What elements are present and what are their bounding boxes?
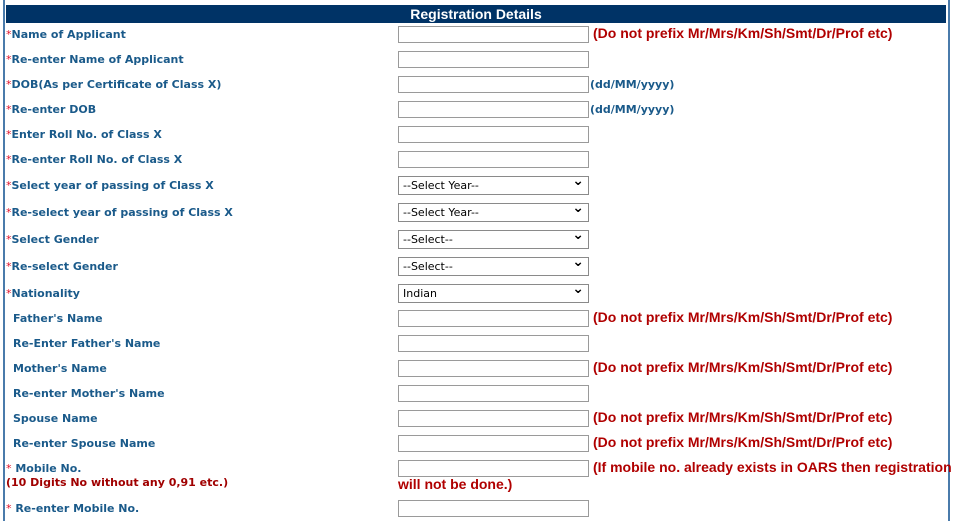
field-label: *Re-enter Name of Applicant <box>6 53 184 66</box>
chevron-down-icon: ⌄ <box>572 281 584 297</box>
text-input[interactable] <box>398 410 589 427</box>
field-label: *Re-select year of passing of Class X <box>6 206 233 219</box>
registration-details-header: Registration Details <box>6 5 946 23</box>
field-label-text: Re-enter DOB <box>11 103 97 116</box>
field-hint: (Do not prefix Mr/Mrs/Km/Sh/Smt/Dr/Prof … <box>593 309 893 325</box>
field-label: Father's Name <box>13 312 103 325</box>
field-label-text: Mother's Name <box>13 362 107 375</box>
select-dropdown[interactable]: --Select Year-- ⌄ <box>398 200 589 222</box>
select-dropdown[interactable]: Indian ⌄ <box>398 281 589 303</box>
select-value: Indian <box>403 287 437 300</box>
select-dropdown[interactable]: --Select-- ⌄ <box>398 254 589 276</box>
field-hint: (If mobile no. already exists in OARS th… <box>593 459 952 475</box>
field-label: *Re-select Gender <box>6 260 118 273</box>
field-label-text: Re-select Gender <box>11 260 118 273</box>
text-input[interactable] <box>398 435 589 452</box>
field-label: *Enter Roll No. of Class X <box>6 128 162 141</box>
field-hint: (Do not prefix Mr/Mrs/Km/Sh/Smt/Dr/Prof … <box>593 25 893 41</box>
field-label-text: Re-Enter Father's Name <box>13 337 161 350</box>
text-input[interactable] <box>398 26 589 43</box>
chevron-down-icon: ⌄ <box>572 254 584 270</box>
chevron-down-icon: ⌄ <box>572 227 584 243</box>
field-label: Mother's Name <box>13 362 107 375</box>
text-input[interactable] <box>398 51 589 68</box>
field-label: Spouse Name <box>13 412 98 425</box>
field-label-text: Select year of passing of Class X <box>11 179 214 192</box>
field-label-text: Re-enter Name of Applicant <box>11 53 184 66</box>
field-label: *Nationality <box>6 287 80 300</box>
field-label-text: Father's Name <box>13 312 103 325</box>
date-format-hint: (dd/MM/yyyy) <box>590 103 675 116</box>
select-dropdown[interactable]: --Select-- ⌄ <box>398 227 589 249</box>
select-value: --Select-- <box>403 233 453 246</box>
field-label-text: Spouse Name <box>13 412 98 425</box>
field-sublabel: (10 Digits No without any 0,91 etc.) <box>6 476 229 489</box>
select-value: --Select Year-- <box>403 206 479 219</box>
field-label: * Mobile No. <box>6 462 81 475</box>
field-label-text: Re-enter Roll No. of Class X <box>11 153 183 166</box>
text-input[interactable] <box>398 101 589 118</box>
text-input[interactable] <box>398 500 589 517</box>
text-input[interactable] <box>398 151 589 168</box>
select-dropdown[interactable]: --Select Year-- ⌄ <box>398 173 589 195</box>
field-label: * Re-enter Mobile No. <box>6 502 139 515</box>
field-label-text: DOB(As per Certificate of Class X) <box>11 78 222 91</box>
field-label-text: Re-select year of passing of Class X <box>11 206 233 219</box>
field-label-text: Select Gender <box>11 233 99 246</box>
text-input[interactable] <box>398 460 589 477</box>
text-input[interactable] <box>398 310 589 327</box>
field-hint-continued: will not be done.) <box>398 476 513 492</box>
field-label: *Select year of passing of Class X <box>6 179 214 192</box>
text-input[interactable] <box>398 385 589 402</box>
chevron-down-icon: ⌄ <box>572 200 584 216</box>
field-label-text: Enter Roll No. of Class X <box>11 128 162 141</box>
field-label-text: Re-enter Mobile No. <box>11 502 140 515</box>
field-label: Re-enter Mother's Name <box>13 387 165 400</box>
field-label: *Select Gender <box>6 233 99 246</box>
field-label-text: Nationality <box>11 287 80 300</box>
field-label: Re-Enter Father's Name <box>13 337 160 350</box>
field-hint: (Do not prefix Mr/Mrs/Km/Sh/Smt/Dr/Prof … <box>593 434 893 450</box>
field-label-text: Mobile No. <box>11 462 82 475</box>
text-input[interactable] <box>398 126 589 143</box>
select-value: --Select-- <box>403 260 453 273</box>
field-label: *DOB(As per Certificate of Class X) <box>6 78 221 91</box>
field-label: Re-enter Spouse Name <box>13 437 155 450</box>
text-input[interactable] <box>398 76 589 93</box>
field-label: *Name of Applicant <box>6 28 126 41</box>
field-label-text: Name of Applicant <box>11 28 126 41</box>
field-label: *Re-enter DOB <box>6 103 96 116</box>
chevron-down-icon: ⌄ <box>572 173 584 189</box>
field-hint: (Do not prefix Mr/Mrs/Km/Sh/Smt/Dr/Prof … <box>593 359 893 375</box>
field-label: *Re-enter Roll No. of Class X <box>6 153 182 166</box>
select-value: --Select Year-- <box>403 179 479 192</box>
field-label-text: Re-enter Spouse Name <box>13 437 156 450</box>
text-input[interactable] <box>398 360 589 377</box>
field-label-text: Re-enter Mother's Name <box>13 387 165 400</box>
date-format-hint: (dd/MM/yyyy) <box>590 78 675 91</box>
field-hint: (Do not prefix Mr/Mrs/Km/Sh/Smt/Dr/Prof … <box>593 409 893 425</box>
text-input[interactable] <box>398 335 589 352</box>
